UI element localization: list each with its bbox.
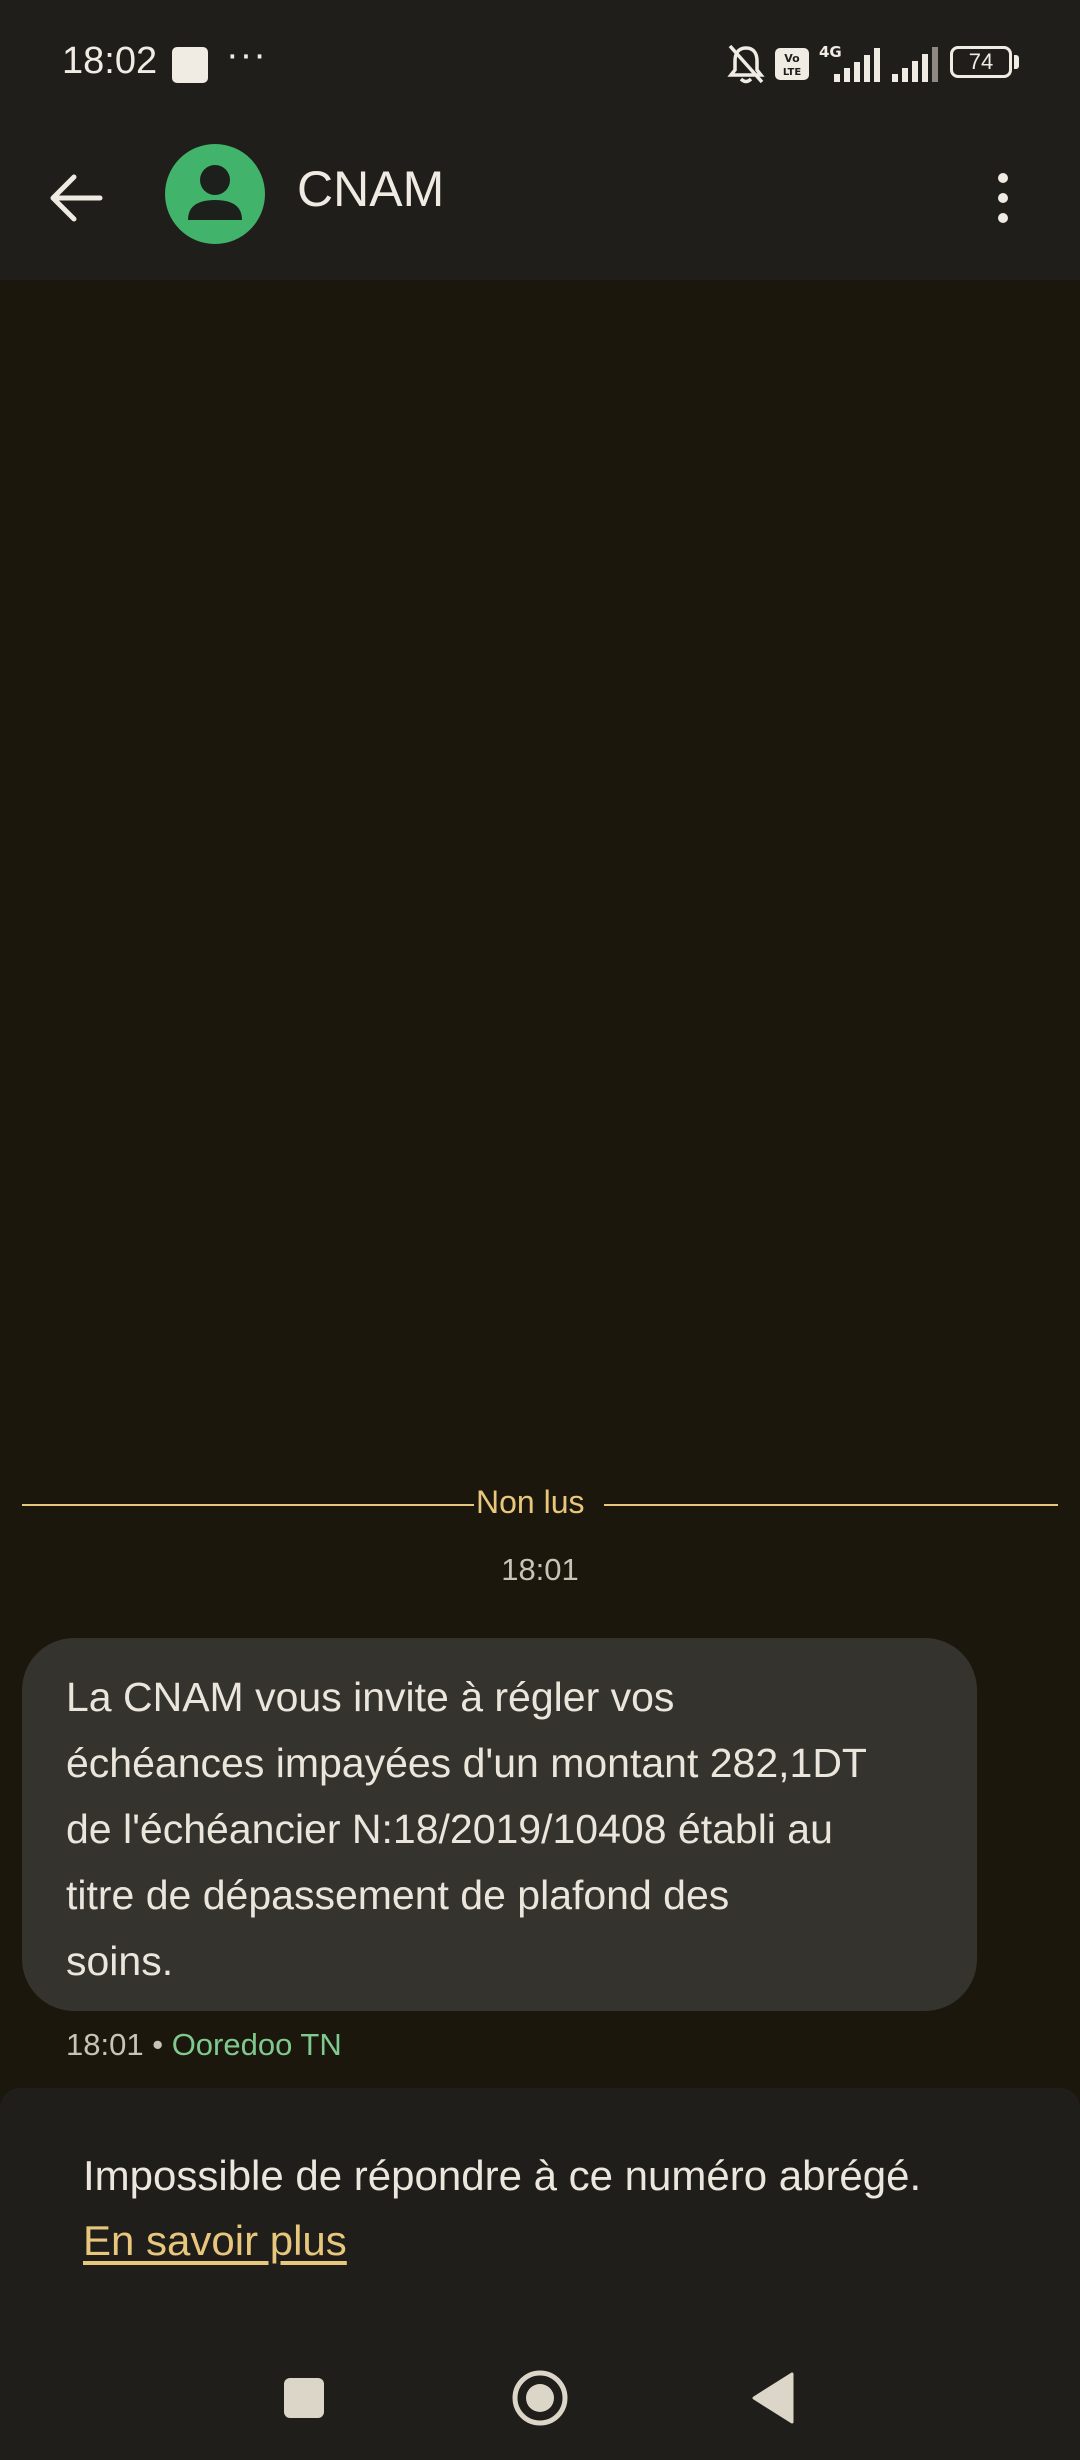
navigation-bar <box>0 2318 1080 2460</box>
signal-icon <box>892 47 938 82</box>
status-bar: 18:02 ··· Vo LTE 4G 74 <box>0 0 1080 130</box>
home-circle-icon[interactable] <box>510 2368 570 2428</box>
back-arrow-icon[interactable] <box>44 165 110 231</box>
person-icon <box>188 165 242 220</box>
message-time: 18:01 <box>66 2027 144 2062</box>
silent-bell-icon <box>727 44 765 84</box>
learn-more-link[interactable]: En savoir plus <box>83 2217 347 2265</box>
message-line: de l'échéancier N:18/2019/10408 établi a… <box>66 1806 833 1852</box>
message-line: titre de dépassement de plafond des <box>66 1872 730 1918</box>
unread-divider-left <box>22 1504 474 1506</box>
contact-name[interactable]: CNAM <box>297 160 444 218</box>
battery-icon: 74 <box>950 42 1022 86</box>
signal-4g-icon: 4G <box>819 43 880 82</box>
reply-notice-text: Impossible de répondre à ce numéro abrég… <box>83 2152 922 2199</box>
svg-text:4G: 4G <box>819 43 842 61</box>
meta-separator: • <box>152 2027 164 2062</box>
message-bubble[interactable]: La CNAM vous invite à régler vos échéanc… <box>22 1638 977 2011</box>
recents-square-icon[interactable] <box>284 2378 324 2418</box>
back-triangle-icon[interactable] <box>752 2372 796 2424</box>
app-bar: CNAM <box>0 130 1080 280</box>
message-line: soins. <box>66 1938 174 1984</box>
notification-square-icon <box>172 47 208 83</box>
timestamp-header: 18:01 <box>501 1552 579 1587</box>
message-meta: 18:01 • Ooredoo TN <box>66 2027 342 2063</box>
more-vert-icon[interactable] <box>985 165 1021 231</box>
svg-text:LTE: LTE <box>783 67 802 78</box>
messages-screen: 18:02 ··· Vo LTE 4G 74 CNAM Non lus 18:0… <box>0 0 1080 2460</box>
svg-text:Vo: Vo <box>784 52 800 65</box>
volte-icon: Vo LTE <box>775 48 809 80</box>
more-notifications-indicator: ··· <box>226 34 267 76</box>
unread-label: Non lus <box>476 1484 585 1520</box>
unread-divider-right <box>604 1504 1058 1506</box>
avatar[interactable] <box>165 144 265 244</box>
battery-level: 74 <box>968 49 994 74</box>
message-line: échéances impayées d'un montant 282,1DT <box>66 1740 867 1786</box>
message-text: La CNAM vous invite à régler vos échéanc… <box>66 1664 927 1994</box>
status-time: 18:02 <box>62 40 158 82</box>
message-carrier: Ooredoo TN <box>171 2027 342 2062</box>
message-line: La CNAM vous invite à régler vos <box>66 1674 675 1720</box>
reply-notice-panel: Impossible de répondre à ce numéro abrég… <box>0 2088 1080 2318</box>
